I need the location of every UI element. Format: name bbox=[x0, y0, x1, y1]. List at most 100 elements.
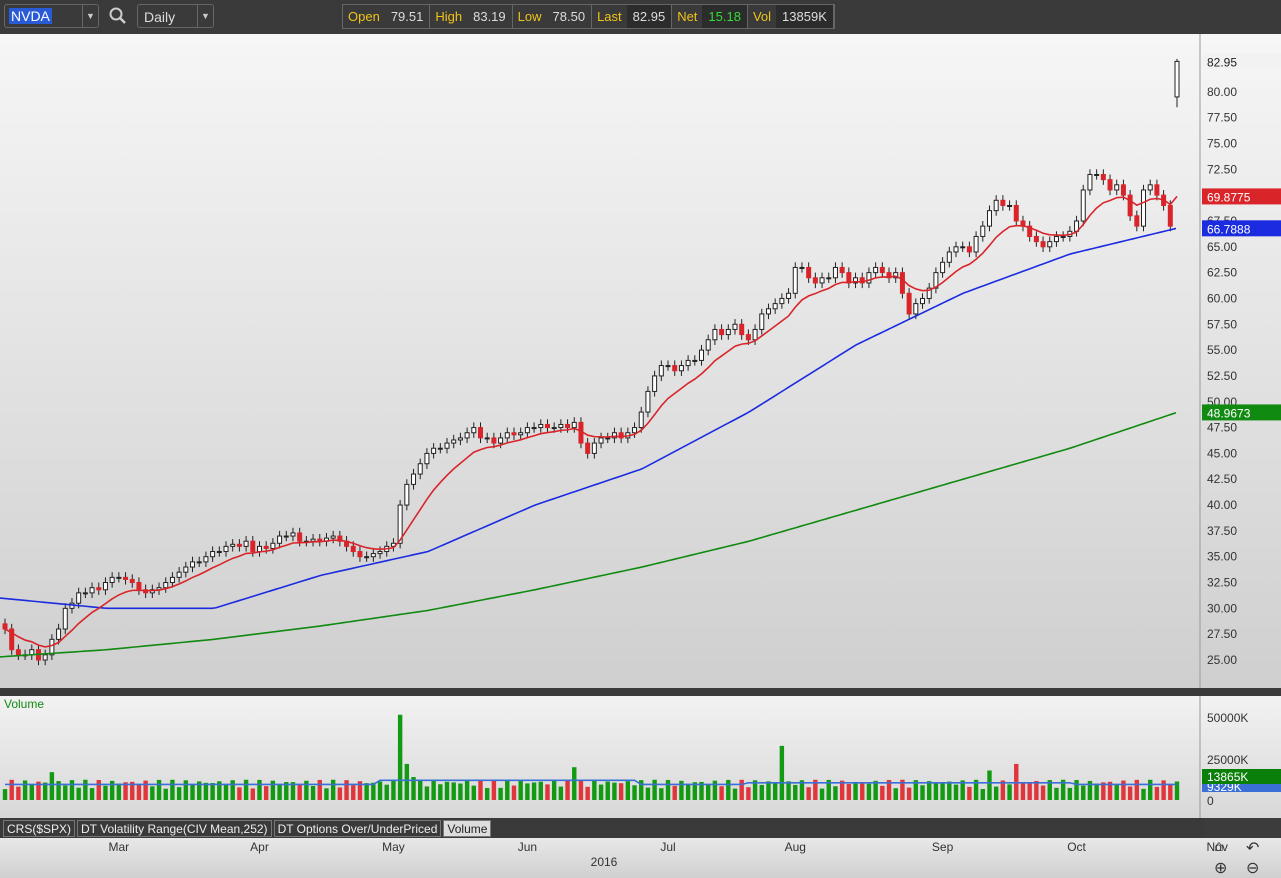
volume-bar bbox=[69, 780, 75, 800]
candle bbox=[645, 390, 651, 413]
candle bbox=[364, 556, 370, 559]
candle bbox=[598, 437, 604, 444]
volume-bar bbox=[277, 783, 282, 800]
candle bbox=[953, 246, 959, 253]
candle bbox=[183, 566, 189, 573]
volume-bar bbox=[444, 781, 450, 800]
volume-bar bbox=[63, 785, 68, 800]
volume-bar bbox=[243, 779, 249, 800]
candle bbox=[812, 277, 818, 284]
ma-slow-label: 48.9673 bbox=[1207, 406, 1251, 420]
x-axis: 2016 Mar Apr May Jun Jul Aug Sep Oct Nov bbox=[0, 838, 1281, 878]
x-tick-label: Oct bbox=[1067, 840, 1086, 854]
volume-bar bbox=[551, 780, 557, 800]
candle bbox=[685, 359, 691, 367]
candle bbox=[605, 437, 611, 440]
volume-bar bbox=[210, 783, 215, 800]
volume-bar bbox=[150, 786, 155, 800]
candle bbox=[277, 535, 283, 544]
candle bbox=[739, 323, 745, 336]
volume-bar bbox=[183, 780, 189, 800]
candle bbox=[116, 576, 122, 579]
study-tab[interactable]: DT Options Over/UnderPriced bbox=[273, 820, 442, 837]
candle bbox=[1047, 241, 1053, 248]
volume-bar bbox=[987, 770, 992, 800]
candle bbox=[1147, 184, 1153, 191]
volume-bar bbox=[525, 783, 530, 800]
volume-bar bbox=[1054, 787, 1059, 800]
volume-bar bbox=[9, 779, 14, 800]
volume-bar bbox=[76, 787, 81, 800]
candle bbox=[879, 266, 885, 274]
candle bbox=[417, 463, 423, 475]
volume-tick-label: 0 bbox=[1207, 794, 1214, 808]
study-tab[interactable]: DT Volatility Range(CIV Mean,252) bbox=[77, 820, 272, 837]
zoom-out-icon[interactable]: ⊖ bbox=[1246, 858, 1259, 878]
candle bbox=[230, 543, 236, 547]
volume-bar bbox=[578, 779, 584, 800]
volume-bar bbox=[498, 787, 503, 800]
candle bbox=[471, 427, 477, 434]
volume-bar bbox=[451, 782, 456, 800]
volume-bar bbox=[612, 782, 617, 800]
study-tab[interactable]: CRS($SPX) bbox=[3, 820, 76, 837]
volume-bar bbox=[672, 785, 677, 800]
volume-bar bbox=[779, 745, 785, 800]
candle bbox=[82, 592, 88, 595]
volume-bar bbox=[270, 780, 276, 800]
volume-bar bbox=[685, 783, 691, 800]
candle bbox=[477, 427, 483, 439]
volume-bar bbox=[967, 786, 972, 800]
candle bbox=[96, 587, 102, 591]
candle bbox=[270, 542, 276, 549]
candle bbox=[1087, 173, 1093, 191]
last-price-label: 82.95 bbox=[1207, 55, 1237, 69]
y-tick-label: 37.50 bbox=[1207, 524, 1237, 538]
candle bbox=[169, 576, 175, 584]
study-tab[interactable]: Volume bbox=[443, 820, 492, 837]
volume-bar bbox=[706, 784, 711, 800]
volume-bar bbox=[337, 787, 343, 800]
volume-bar bbox=[1134, 779, 1140, 800]
volume-bar bbox=[371, 782, 376, 800]
volume-bar bbox=[49, 772, 55, 800]
volume-bar bbox=[136, 784, 142, 800]
candle bbox=[980, 225, 986, 237]
volume-bar bbox=[156, 779, 162, 800]
candle bbox=[1134, 215, 1140, 227]
volume-bar bbox=[89, 788, 95, 800]
candle bbox=[451, 439, 457, 444]
volume-bar bbox=[1161, 780, 1166, 800]
volume-bar bbox=[545, 784, 550, 800]
candle bbox=[772, 303, 778, 310]
candle bbox=[732, 323, 738, 330]
candle bbox=[1000, 199, 1006, 206]
candle bbox=[424, 452, 430, 465]
candle bbox=[256, 545, 262, 553]
volume-bar bbox=[223, 785, 229, 800]
candle bbox=[779, 297, 785, 305]
volume-bar bbox=[645, 787, 651, 800]
candle bbox=[484, 437, 490, 440]
candle bbox=[745, 334, 751, 341]
volume-bar bbox=[1154, 786, 1160, 800]
candle bbox=[719, 328, 725, 336]
candle bbox=[899, 272, 905, 294]
undo-icon[interactable]: ↶ bbox=[1246, 838, 1259, 858]
candle bbox=[444, 442, 450, 449]
volume-bar bbox=[618, 783, 624, 800]
candle bbox=[585, 442, 591, 454]
volume-bar bbox=[351, 785, 356, 800]
volume-bar bbox=[203, 782, 209, 800]
volume-bar bbox=[538, 781, 543, 800]
candle bbox=[792, 266, 798, 294]
volume-bar bbox=[1034, 780, 1039, 800]
candle bbox=[62, 607, 68, 630]
candle bbox=[491, 437, 497, 444]
y-tick-label: 40.00 bbox=[1207, 498, 1237, 512]
home-icon[interactable]: ⌂ bbox=[1214, 838, 1224, 856]
zoom-in-icon[interactable]: ⊕ bbox=[1214, 858, 1227, 878]
volume-bar bbox=[431, 780, 436, 800]
volume-bar bbox=[176, 787, 182, 800]
volume-bar bbox=[927, 781, 932, 800]
